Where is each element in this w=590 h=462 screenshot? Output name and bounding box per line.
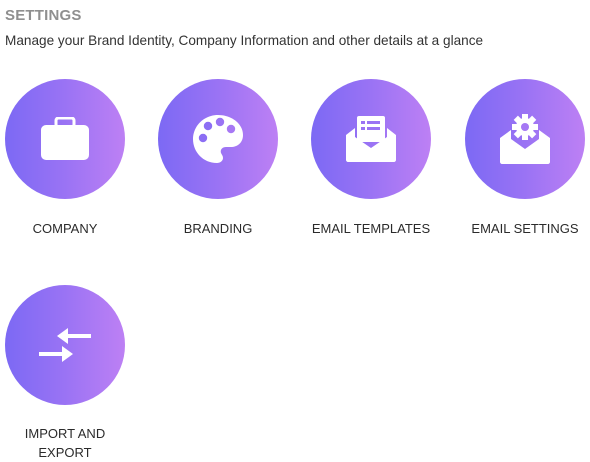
email-settings-tile[interactable]: EMAIL SETTINGS: [455, 79, 590, 238]
import-export-label[interactable]: IMPORT AND EXPORT: [15, 424, 115, 462]
import-export-tile[interactable]: IMPORT AND EXPORT: [0, 285, 135, 462]
import-export-arrows-icon: [39, 328, 91, 362]
palette-icon: [193, 115, 243, 163]
company-label[interactable]: COMPANY: [0, 219, 135, 238]
email-settings-circle-button[interactable]: [465, 79, 585, 199]
page-title: SETTINGS: [5, 7, 82, 24]
company-tile[interactable]: COMPANY: [0, 79, 135, 238]
branding-label[interactable]: BRANDING: [148, 219, 288, 238]
email-templates-label[interactable]: EMAIL TEMPLATES: [301, 219, 441, 238]
import-export-circle-button[interactable]: [5, 285, 125, 405]
branding-tile[interactable]: BRANDING: [148, 79, 288, 238]
email-templates-tile[interactable]: EMAIL TEMPLATES: [301, 79, 441, 238]
email-settings-label[interactable]: EMAIL SETTINGS: [455, 219, 590, 238]
company-circle-button[interactable]: [5, 79, 125, 199]
open-envelope-template-icon: [346, 116, 396, 162]
branding-circle-button[interactable]: [158, 79, 278, 199]
page-subtitle: Manage your Brand Identity, Company Info…: [5, 33, 484, 48]
email-templates-circle-button[interactable]: [311, 79, 431, 199]
briefcase-icon: [41, 117, 89, 160]
open-envelope-gear-icon: [500, 114, 550, 164]
